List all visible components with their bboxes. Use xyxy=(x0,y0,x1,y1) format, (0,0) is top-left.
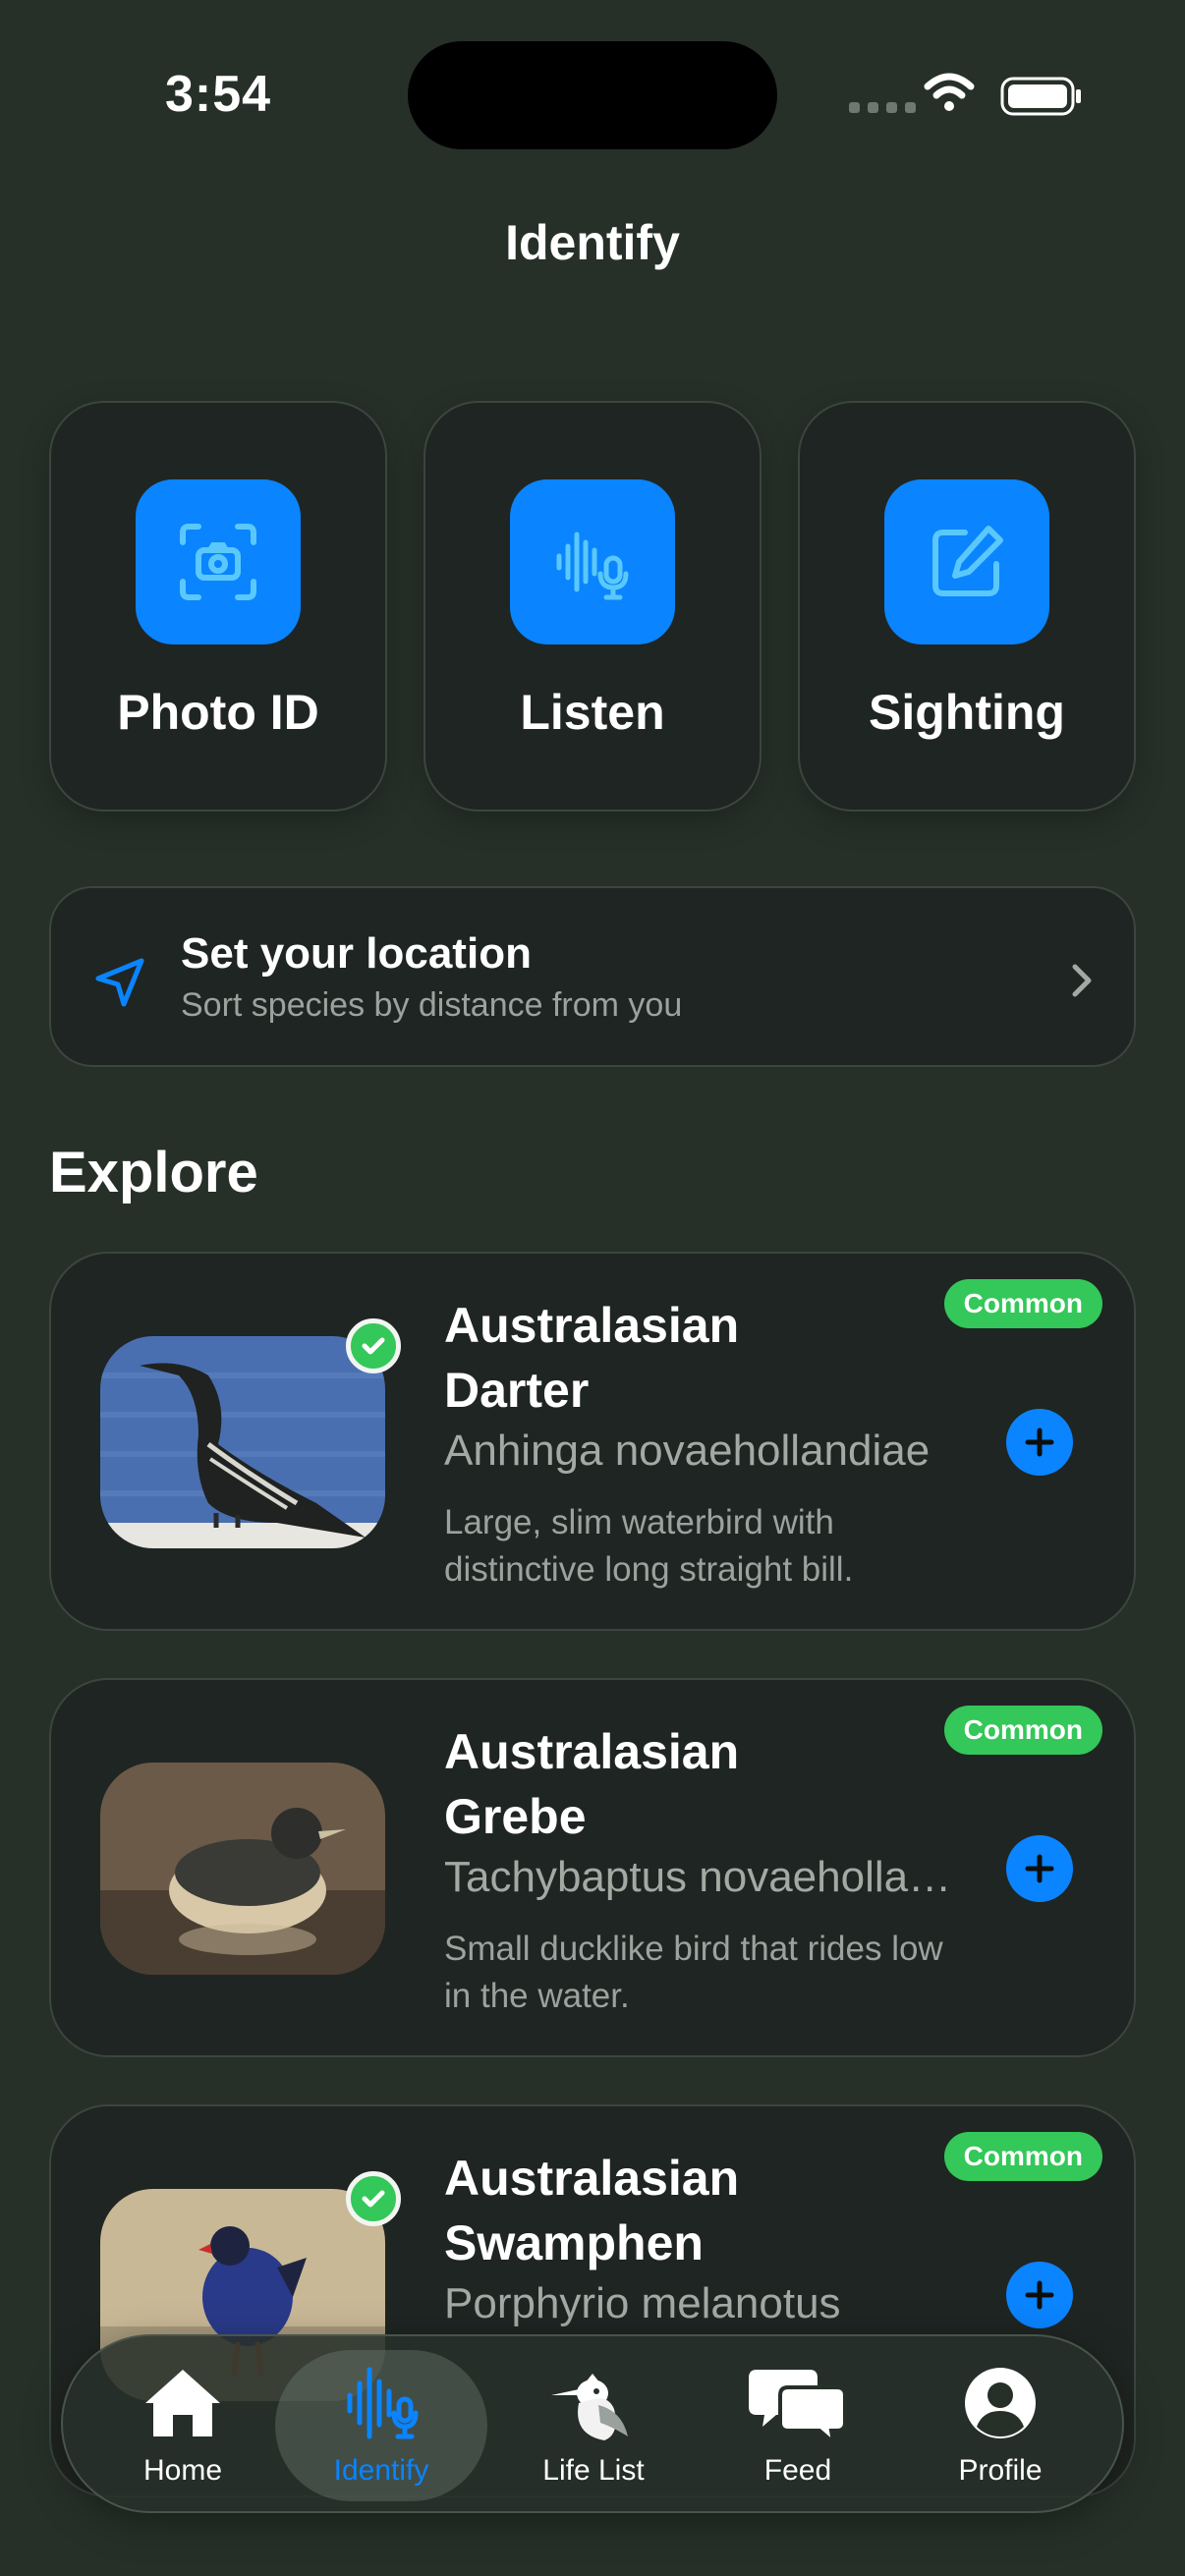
status-time: 3:54 xyxy=(165,66,272,123)
house-icon xyxy=(77,2366,289,2440)
tab-bar: Home Identify Life List Feed Profile xyxy=(61,2334,1124,2513)
camera-viewfinder-icon xyxy=(136,479,301,644)
kookaburra-icon xyxy=(487,2366,700,2444)
tab-feed[interactable]: Feed xyxy=(692,2350,904,2501)
tab-life-list-label: Life List xyxy=(542,2454,645,2487)
tab-profile-label: Profile xyxy=(958,2454,1043,2487)
listen-tile[interactable]: Listen xyxy=(423,401,762,812)
tab-home[interactable]: Home xyxy=(77,2350,289,2501)
species-photo xyxy=(100,1763,385,1975)
dynamic-island xyxy=(408,41,777,149)
add-to-list-button[interactable] xyxy=(1006,2262,1073,2328)
species-scientific-name: Tachybaptus novaehollandiae xyxy=(444,1853,955,1901)
tab-profile[interactable]: Profile xyxy=(894,2350,1106,2501)
set-location-row[interactable]: Set your location Sort species by distan… xyxy=(49,886,1136,1067)
waveform-mic-icon xyxy=(275,2366,487,2440)
location-title: Set your location xyxy=(181,929,532,978)
chevron-right-icon xyxy=(1067,961,1095,1005)
person-circle-icon xyxy=(894,2366,1106,2440)
wifi-icon xyxy=(924,73,975,117)
tab-home-label: Home xyxy=(142,2454,223,2487)
photo-id-label: Photo ID xyxy=(117,685,319,740)
species-description: Small ducklike bird that rides low in th… xyxy=(444,1930,943,2015)
battery-icon xyxy=(1000,77,1083,121)
tab-feed-label: Feed xyxy=(763,2454,832,2487)
add-to-list-button[interactable] xyxy=(1006,1409,1073,1476)
seen-check-icon xyxy=(346,1318,401,1373)
page-title: Identify xyxy=(505,215,680,270)
species-card[interactable]: Australasian Grebe Tachybaptus novaeholl… xyxy=(49,1678,1136,2057)
location-subtitle: Sort species by distance from you xyxy=(181,986,683,1024)
species-name: Australasian Darter xyxy=(444,1298,740,1418)
location-arrow-icon xyxy=(92,955,147,1015)
status-badge: Common xyxy=(943,2132,1102,2181)
square-pencil-icon xyxy=(884,479,1049,644)
explore-title: Explore xyxy=(49,1141,258,1204)
species-card[interactable]: Australasian Darter Anhinga novaeholland… xyxy=(49,1252,1136,1631)
seen-check-icon xyxy=(346,2171,401,2226)
status-badge: Common xyxy=(943,1706,1102,1755)
sighting-label: Sighting xyxy=(869,685,1065,740)
listen-label: Listen xyxy=(520,685,665,740)
sighting-tile[interactable]: Sighting xyxy=(798,401,1136,812)
species-scientific-name: Anhinga novaehollandiae xyxy=(444,1427,931,1475)
tab-identify[interactable]: Identify xyxy=(275,2350,487,2501)
species-name: Australasian Grebe xyxy=(444,1724,740,1844)
status-badge: Common xyxy=(943,1279,1102,1328)
add-to-list-button[interactable] xyxy=(1006,1835,1073,1902)
species-photo xyxy=(100,1336,385,1548)
chat-bubbles-icon xyxy=(692,2366,904,2442)
cellular-signal-icon xyxy=(849,102,916,113)
photo-id-tile[interactable]: Photo ID xyxy=(49,401,387,812)
species-description: Large, slim waterbird with distinctive l… xyxy=(444,1503,854,1589)
species-scientific-name: Porphyrio melanotus xyxy=(444,2279,841,2327)
tab-identify-label: Identify xyxy=(333,2454,429,2487)
species-name: Australasian Swamphen xyxy=(444,2151,740,2270)
tab-life-list[interactable]: Life List xyxy=(487,2350,700,2501)
waveform-mic-icon xyxy=(510,479,675,644)
